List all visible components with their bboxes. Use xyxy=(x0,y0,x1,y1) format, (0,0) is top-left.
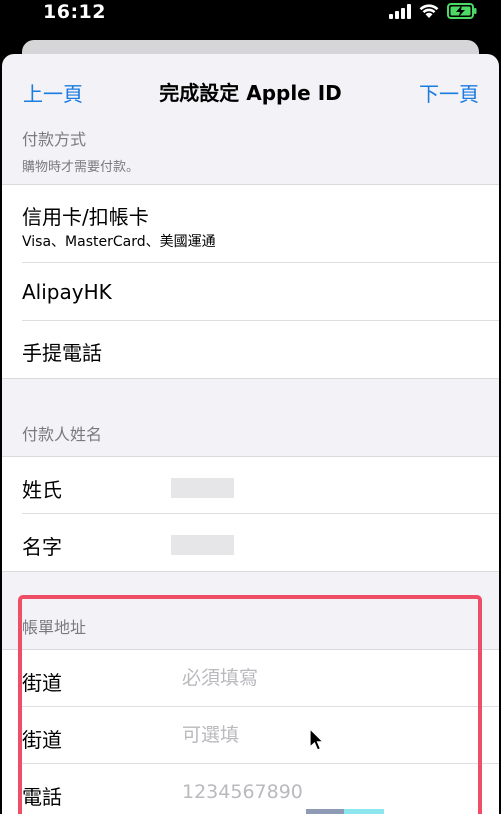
phone-input[interactable] xyxy=(182,781,482,803)
payment-method-header: 付款方式 購物時才需要付款。 xyxy=(2,126,499,184)
payment-option-label: 信用卡/扣帳卡 xyxy=(22,205,149,229)
payment-method-title: 付款方式 xyxy=(22,130,87,149)
billing-address-list: 街道 街道 電話 xyxy=(2,649,499,814)
payment-option-mobile[interactable]: 手提電話 xyxy=(22,321,499,378)
keyboard-suggestion-bar xyxy=(344,809,384,814)
payment-option-label: 手提電話 xyxy=(22,341,102,365)
payer-name-header: 付款人姓名 xyxy=(2,379,499,456)
phone-row[interactable]: 電話 xyxy=(22,764,499,814)
status-icons xyxy=(389,3,477,23)
status-time: 16:12 xyxy=(43,1,106,23)
street-optional-row[interactable]: 街道 xyxy=(22,707,499,764)
last-name-value[interactable] xyxy=(171,478,234,498)
payment-option-alipayhk[interactable]: AlipayHK xyxy=(22,263,499,321)
wifi-icon xyxy=(418,3,440,23)
battery-charging-icon xyxy=(447,3,477,23)
street-optional-input[interactable] xyxy=(182,724,482,746)
street-required-row[interactable]: 街道 xyxy=(22,650,499,707)
billing-address-header: 帳單地址 xyxy=(2,572,499,649)
keyboard-suggestion-bar xyxy=(306,809,344,814)
payer-name-list: 姓氏 名字 xyxy=(2,456,499,572)
last-name-row[interactable]: 姓氏 xyxy=(22,457,499,514)
payment-option-card[interactable]: 信用卡/扣帳卡 Visa、MasterCard、美國運通 xyxy=(22,185,499,263)
payer-name-title: 付款人姓名 xyxy=(22,425,103,444)
status-bar: 16:12 xyxy=(0,0,501,28)
street-required-input[interactable] xyxy=(182,667,482,689)
mouse-cursor-icon xyxy=(309,727,325,752)
phone-label: 電話 xyxy=(22,785,62,809)
setup-sheet: 上一頁 完成設定 Apple ID 下一頁 付款方式 購物時才需要付款。 信用卡… xyxy=(2,54,499,814)
nav-bar: 上一頁 完成設定 Apple ID 下一頁 xyxy=(2,54,499,126)
phone-screen: 16:12 上一頁 完成設定 Apple ID 下一頁 付款方式 購物時才需要付… xyxy=(0,0,501,814)
street-label: 街道 xyxy=(22,728,62,752)
payment-method-list: 信用卡/扣帳卡 Visa、MasterCard、美國運通 AlipayHK 手提… xyxy=(2,184,499,379)
first-name-label: 名字 xyxy=(22,535,62,559)
payment-option-detail: Visa、MasterCard、美國運通 xyxy=(22,234,216,250)
first-name-row[interactable]: 名字 xyxy=(22,514,499,571)
next-page-button[interactable]: 下一頁 xyxy=(419,78,479,107)
last-name-label: 姓氏 xyxy=(22,478,62,502)
billing-address-title: 帳單地址 xyxy=(22,618,87,637)
street-label: 街道 xyxy=(22,671,62,695)
payment-method-subtitle: 購物時才需要付款。 xyxy=(22,160,140,175)
cellular-signal-icon xyxy=(389,3,411,23)
first-name-value[interactable] xyxy=(171,535,234,555)
payment-option-label: AlipayHK xyxy=(22,280,112,304)
